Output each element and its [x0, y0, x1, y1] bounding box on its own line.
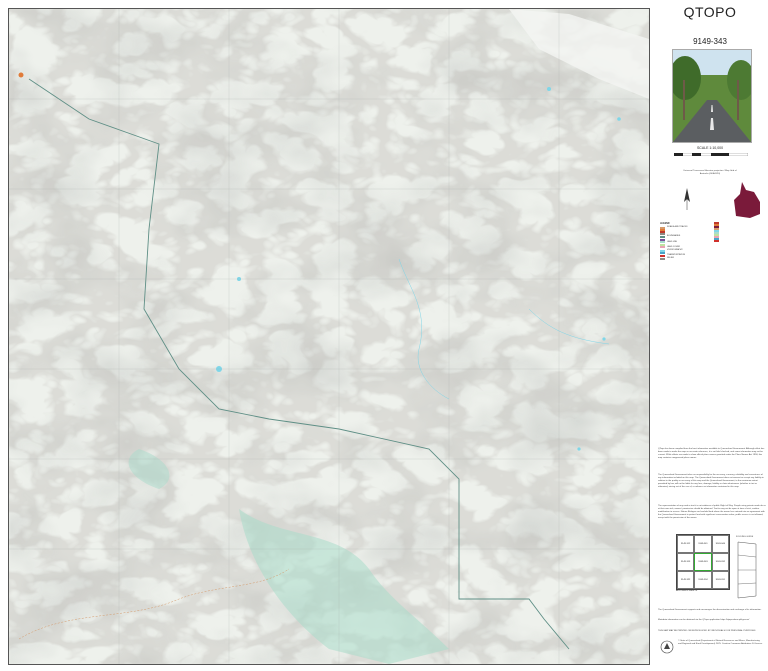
water-body-5[interactable]	[602, 337, 606, 341]
water-body-3[interactable]	[547, 87, 551, 91]
reproduction-note: THIS MAP MAY BE PRINTED OR REPRODUCED BY…	[658, 630, 756, 632]
legend-column-left: LEGEND ROADS AND TRACKS BOUNDARIES LAND …	[660, 222, 710, 261]
water-body-4[interactable]	[617, 117, 621, 121]
disclaimer-2: The Queensland Government takes no respo…	[658, 474, 764, 488]
index-cell-current[interactable]: 9149-343	[694, 553, 712, 571]
legend-section-hydrography: HYDROGRAPHY	[667, 249, 683, 252]
index-label: ADJOINING SHEETS	[676, 590, 698, 592]
sheet-number: 9149-343	[693, 37, 727, 46]
index-cell[interactable]: 9149-313	[677, 553, 695, 571]
map-sidebar: QTOPO 9149-343 SCALE 1:10,000 Universal …	[652, 0, 768, 671]
scale-bar	[674, 153, 748, 156]
scale-text: SCALE 1:10,000	[696, 146, 724, 150]
cover-photo	[672, 49, 752, 143]
north-arrow-icon	[684, 188, 690, 210]
metadata-text: Metadata information can be obtained via…	[658, 619, 750, 621]
index-cell[interactable]: 9149-332	[711, 553, 729, 571]
folding-label: FOLDING GUIDE	[736, 536, 754, 538]
map-canvas[interactable]	[9, 9, 649, 664]
index-cell[interactable]: 9149-334	[694, 571, 712, 589]
feature-marker[interactable]	[18, 72, 24, 78]
index-cell[interactable]: 9149-331	[711, 571, 729, 589]
topographic-map[interactable]	[8, 8, 650, 665]
support-text: The Queensland Government supports and e…	[658, 609, 762, 611]
water-body-6[interactable]	[577, 447, 581, 451]
queensland-locator-map	[734, 182, 760, 218]
index-cell[interactable]: 9149-344	[711, 535, 729, 553]
index-cell[interactable]: 9149-341	[694, 535, 712, 553]
map-title: QTOPO	[683, 4, 737, 20]
legend-section-roads: ROADS AND TRACKS	[667, 226, 688, 229]
copyright-credits: © State of Queensland (Department of Nat…	[678, 640, 763, 645]
folding-guide-icon	[737, 541, 757, 599]
legend-section-boundaries: BOUNDARIES	[667, 235, 681, 238]
disclaimer-3: The representation of any road or track …	[658, 505, 766, 519]
index-cell[interactable]: 9149-322	[677, 571, 695, 589]
disclaimer-1: QTopo has been compiled from the best in…	[658, 448, 765, 459]
legend-column-right	[714, 222, 764, 242]
legend-section-relief: RELIEF	[667, 257, 675, 260]
index-cell[interactable]: 9149-312	[677, 535, 695, 553]
adjoining-sheets-index: 9149-312 9149-341 9149-344 9149-313 9149…	[676, 534, 730, 590]
projection-note: Universal Transverse Mercator projection…	[683, 170, 737, 175]
queensland-crest-icon	[660, 640, 674, 654]
legend-section-landuse: LAND USE	[667, 240, 678, 243]
road-photo-image	[673, 50, 751, 142]
